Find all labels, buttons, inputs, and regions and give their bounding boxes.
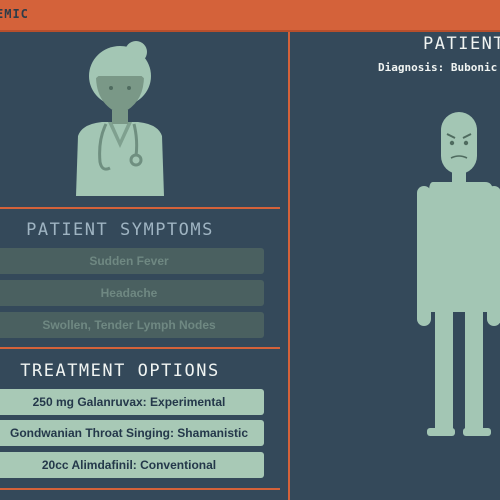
symptoms-title: PATIENT SYMPTOMS — [26, 220, 214, 240]
game-title: EMIC — [0, 7, 29, 21]
patient-title: PATIENT — [423, 34, 500, 54]
top-bar: EMIC — [0, 0, 500, 32]
treatment-option-button[interactable]: 250 mg Galanruvax: Experimental — [0, 389, 264, 415]
symptom-item: Swollen, Tender Lymph Nodes — [0, 312, 264, 338]
symptom-item: Sudden Fever — [0, 248, 264, 274]
panel-divider — [288, 32, 290, 500]
diagnosis-label: Diagnosis: Bubonic — [378, 61, 498, 74]
section-divider — [0, 347, 280, 349]
treatment-option-button[interactable]: 20cc Alimdafinil: Conventional — [0, 452, 264, 478]
section-divider — [0, 207, 280, 209]
treatment-option-button[interactable]: Gondwanian Throat Singing: Shamanistic — [0, 420, 264, 446]
symptom-item: Headache — [0, 280, 264, 306]
section-divider — [0, 488, 280, 490]
treatments-title: TREATMENT OPTIONS — [20, 361, 220, 381]
doctor-icon — [76, 41, 164, 196]
patient-figure-icon — [417, 112, 500, 436]
